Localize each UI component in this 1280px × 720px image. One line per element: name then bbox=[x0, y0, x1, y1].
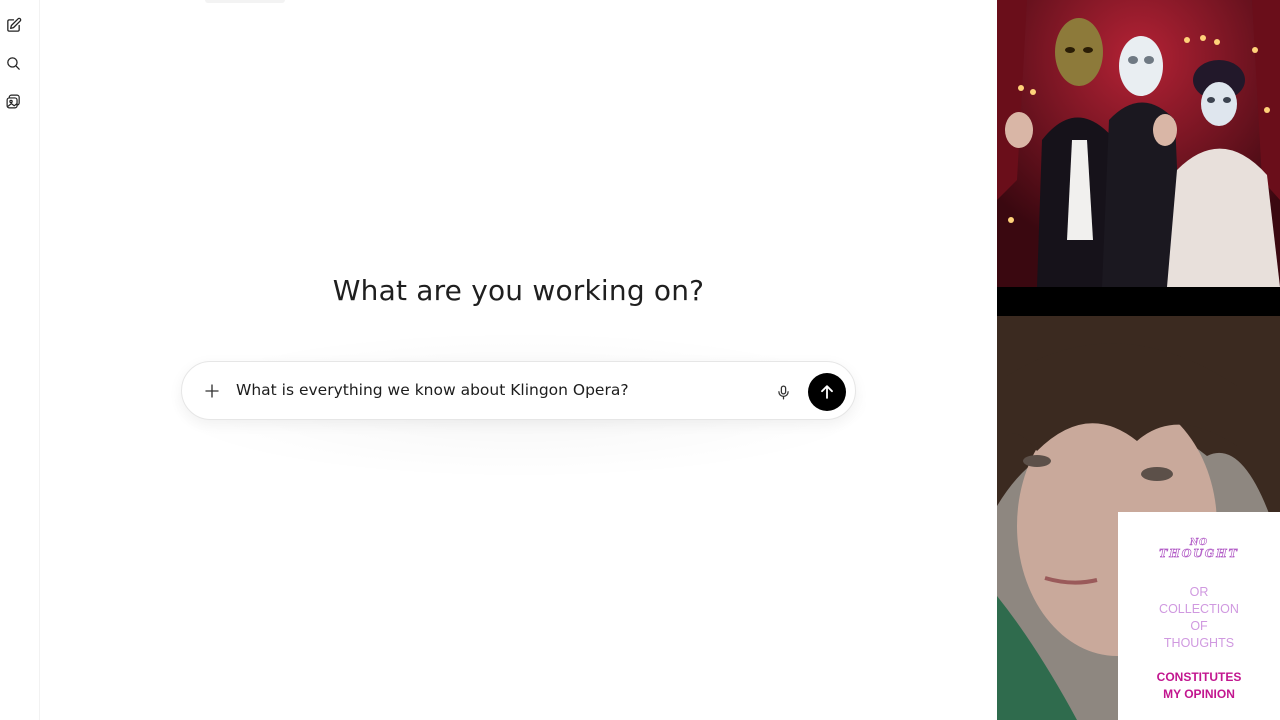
top-scroll-hint bbox=[205, 0, 285, 3]
compose-icon bbox=[6, 17, 21, 32]
opera-image bbox=[997, 0, 1280, 287]
note-line-5: OF bbox=[1190, 619, 1208, 633]
note-line-6: THOUGHTS bbox=[1163, 636, 1235, 650]
chat-app: What are you working on? What is everyth… bbox=[0, 0, 997, 720]
arrow-up-icon bbox=[821, 385, 833, 399]
media-column: NO THOUGHT OR COLLECTION OF THOUGHTS CON… bbox=[997, 0, 1280, 720]
new-chat-button[interactable] bbox=[2, 14, 24, 36]
library-icon bbox=[6, 94, 20, 108]
note-line-8: MY OPINION bbox=[1163, 687, 1235, 701]
left-rail bbox=[0, 0, 40, 720]
voice-input-button[interactable] bbox=[771, 380, 795, 404]
note-line-2: THOUGHT bbox=[1159, 547, 1239, 560]
note-line-3: OR bbox=[1189, 585, 1209, 599]
search-chats-button[interactable] bbox=[2, 52, 24, 74]
page-title: What are you working on? bbox=[332, 274, 705, 307]
add-attachment-button[interactable] bbox=[198, 377, 226, 405]
search-icon bbox=[6, 56, 20, 70]
library-button[interactable] bbox=[2, 90, 24, 112]
video-divider bbox=[997, 287, 1280, 316]
opinion-disclaimer-card: NO THOUGHT OR COLLECTION OF THOUGHTS CON… bbox=[1118, 512, 1280, 720]
send-button[interactable] bbox=[808, 373, 846, 411]
prompt-input[interactable]: What is everything we know about Klingon… bbox=[236, 381, 756, 399]
note-line-4: COLLECTION bbox=[1159, 602, 1239, 616]
microphone-icon bbox=[777, 384, 789, 400]
note-line-7: CONSTITUTES bbox=[1156, 670, 1242, 684]
plus-icon bbox=[205, 384, 219, 398]
opera-scene-illustration bbox=[997, 0, 1280, 287]
prompt-composer: What is everything we know about Klingon… bbox=[181, 361, 856, 420]
